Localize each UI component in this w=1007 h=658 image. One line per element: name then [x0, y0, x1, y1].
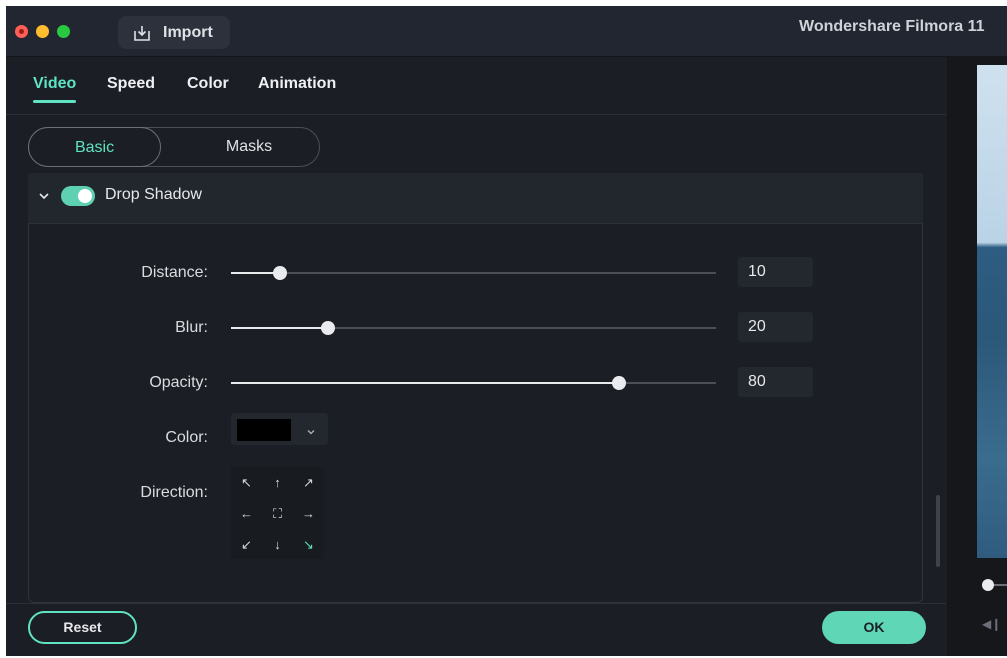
segment-basic[interactable]: Basic [28, 127, 161, 167]
direction-down-right-icon[interactable]: ↘ [293, 529, 324, 560]
basic-masks-switch: Basic Masks [28, 127, 320, 167]
opacity-slider-fill [231, 382, 619, 384]
import-label: Import [163, 23, 213, 41]
direction-left-icon[interactable]: ← [231, 498, 262, 529]
tab-bar: Video Speed Color Animation [6, 57, 946, 115]
direction-right-icon[interactable]: → [293, 498, 324, 529]
direction-down-left-icon[interactable]: ↙ [231, 529, 262, 560]
import-button[interactable]: Import [118, 16, 230, 49]
blur-slider[interactable] [231, 321, 716, 335]
video-settings-panel: Video Speed Color Animation Basic Masks … [6, 57, 946, 656]
direction-up-left-icon[interactable]: ↖ [231, 467, 262, 498]
close-window-button[interactable] [15, 25, 28, 38]
app-title: Wondershare Filmora 11 [799, 18, 985, 35]
direction-up-icon[interactable]: ↑ [262, 467, 293, 498]
preview-panel: ◀❙ [947, 57, 1007, 656]
direction-center-icon[interactable]: ⛶ [262, 498, 293, 529]
tab-video[interactable]: Video [33, 75, 77, 103]
panel-scrollbar[interactable] [936, 495, 940, 567]
direction-up-right-icon[interactable]: ↗ [293, 467, 324, 498]
blur-slider-fill [231, 327, 328, 329]
panel-footer: Reset OK [6, 603, 946, 656]
color-swatch [237, 419, 291, 441]
chevron-down-icon[interactable] [38, 189, 50, 207]
preview-image [977, 65, 1007, 558]
opacity-value-input[interactable]: 80 [738, 367, 813, 397]
distance-slider[interactable] [231, 266, 716, 280]
distance-label: Distance: [141, 264, 208, 281]
drop-shadow-toggle[interactable] [61, 186, 95, 206]
direction-label: Direction: [140, 484, 208, 501]
shadow-color-picker[interactable] [231, 413, 328, 445]
filmora-window: Import Wondershare Filmora 11 Video Spee… [6, 6, 1007, 656]
distance-value-input[interactable]: 10 [738, 257, 813, 287]
direction-grid: ↖ ↑ ↗ ← ⛶ → ↙ ↓ ↘ [231, 467, 324, 559]
reset-button[interactable]: Reset [28, 611, 137, 644]
blur-slider-handle[interactable] [321, 321, 335, 335]
direction-down-icon[interactable]: ↓ [262, 529, 293, 560]
chevron-down-icon [306, 424, 316, 442]
playback-progress-track[interactable] [994, 584, 1007, 586]
minimize-window-button[interactable] [36, 25, 49, 38]
blur-value-input[interactable]: 20 [738, 312, 813, 342]
tab-animation[interactable]: Animation [258, 75, 336, 93]
opacity-slider-handle[interactable] [612, 376, 626, 390]
zoom-window-button[interactable] [57, 25, 70, 38]
distance-slider-handle[interactable] [272, 266, 287, 280]
segment-masks[interactable]: Masks [179, 127, 319, 167]
drop-shadow-header[interactable]: Drop Shadow [28, 173, 923, 224]
title-bar: Import Wondershare Filmora 11 [6, 6, 1007, 57]
drop-shadow-title: Drop Shadow [105, 186, 202, 203]
color-label: Color: [165, 429, 208, 446]
ok-button[interactable]: OK [822, 611, 926, 644]
blur-label: Blur: [175, 319, 208, 336]
opacity-slider[interactable] [231, 376, 716, 390]
tab-color[interactable]: Color [187, 75, 229, 93]
opacity-label: Opacity: [149, 374, 208, 391]
previous-frame-icon[interactable]: ◀❙ [982, 617, 1001, 631]
import-icon [133, 24, 151, 42]
playhead-handle[interactable] [982, 579, 994, 591]
tab-speed[interactable]: Speed [107, 75, 155, 93]
